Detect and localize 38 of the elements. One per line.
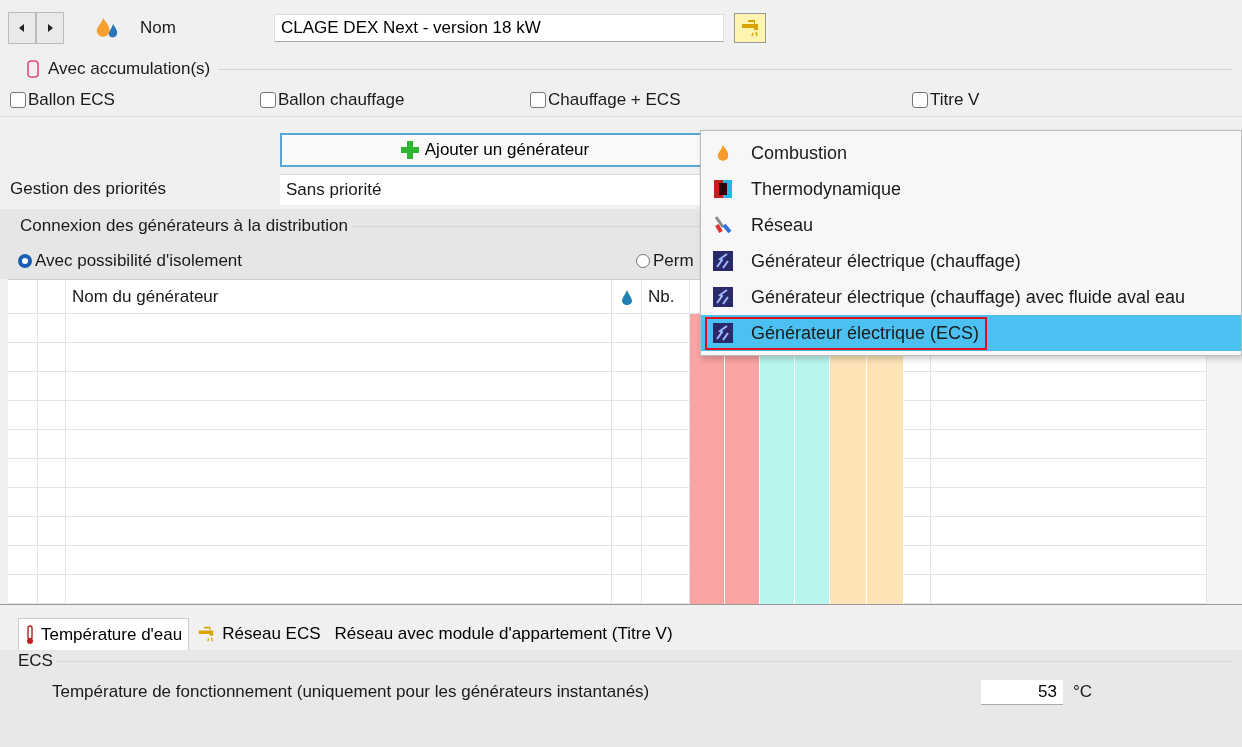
group-title: Connexion des générateurs à la distribution bbox=[20, 216, 348, 236]
unit-label: °C bbox=[1072, 682, 1092, 702]
left-arrow-icon bbox=[19, 24, 25, 32]
water-drop-icon bbox=[621, 288, 632, 305]
flame-drop-icon bbox=[94, 16, 120, 40]
checkbox[interactable]: Chauffage + ECS bbox=[530, 90, 681, 110]
tap-icon bbox=[739, 18, 761, 38]
plus-icon bbox=[400, 141, 419, 159]
electric-heater-icon bbox=[713, 323, 733, 343]
tab[interactable]: Réseau avec module d'appartement (Titre V) bbox=[327, 618, 680, 650]
group-title: ECS bbox=[18, 651, 53, 671]
name-field[interactable]: CLAGE DEX Next - version 18 kW bbox=[274, 14, 724, 42]
tab[interactable]: Réseau ECS bbox=[189, 618, 328, 650]
temperature-label: Température de fonctionnement (uniquement pour les générateurs instantanés) bbox=[52, 682, 650, 702]
tab[interactable]: Température d'eau bbox=[18, 618, 190, 650]
menu-item[interactable]: Réseau bbox=[701, 207, 1241, 243]
radio-button[interactable]: Perm bbox=[636, 251, 694, 271]
priority-label: Gestion des priorités bbox=[10, 179, 167, 199]
group-title: Avec accumulation(s) bbox=[48, 59, 211, 79]
previous-button[interactable] bbox=[8, 12, 36, 44]
electric-heater-icon bbox=[713, 251, 733, 271]
temperature-field[interactable]: 53 bbox=[980, 679, 1063, 705]
checkbox[interactable]: Ballon chauffage bbox=[260, 90, 405, 110]
tap-button[interactable] bbox=[734, 13, 766, 43]
checkbox[interactable]: Titre V bbox=[912, 90, 980, 110]
checkbox[interactable]: Ballon ECS bbox=[10, 90, 115, 110]
thermometer-icon bbox=[25, 624, 35, 645]
tank-icon bbox=[26, 59, 40, 79]
right-arrow-icon bbox=[47, 24, 53, 32]
menu-item[interactable]: Générateur électrique (chauffage) bbox=[701, 243, 1241, 279]
heat-pump-icon bbox=[713, 179, 733, 199]
electric-heater-icon bbox=[713, 287, 733, 307]
pipes-icon bbox=[713, 215, 733, 235]
name-label: Nom bbox=[140, 18, 177, 38]
menu-item[interactable]: Générateur électrique (ECS) bbox=[701, 315, 1241, 351]
next-button[interactable] bbox=[36, 12, 64, 44]
radio-button[interactable]: Avec possibilité d'isolement bbox=[18, 251, 243, 271]
menu-item[interactable]: Générateur électrique (chauffage) avec fluide aval eau bbox=[701, 279, 1241, 315]
